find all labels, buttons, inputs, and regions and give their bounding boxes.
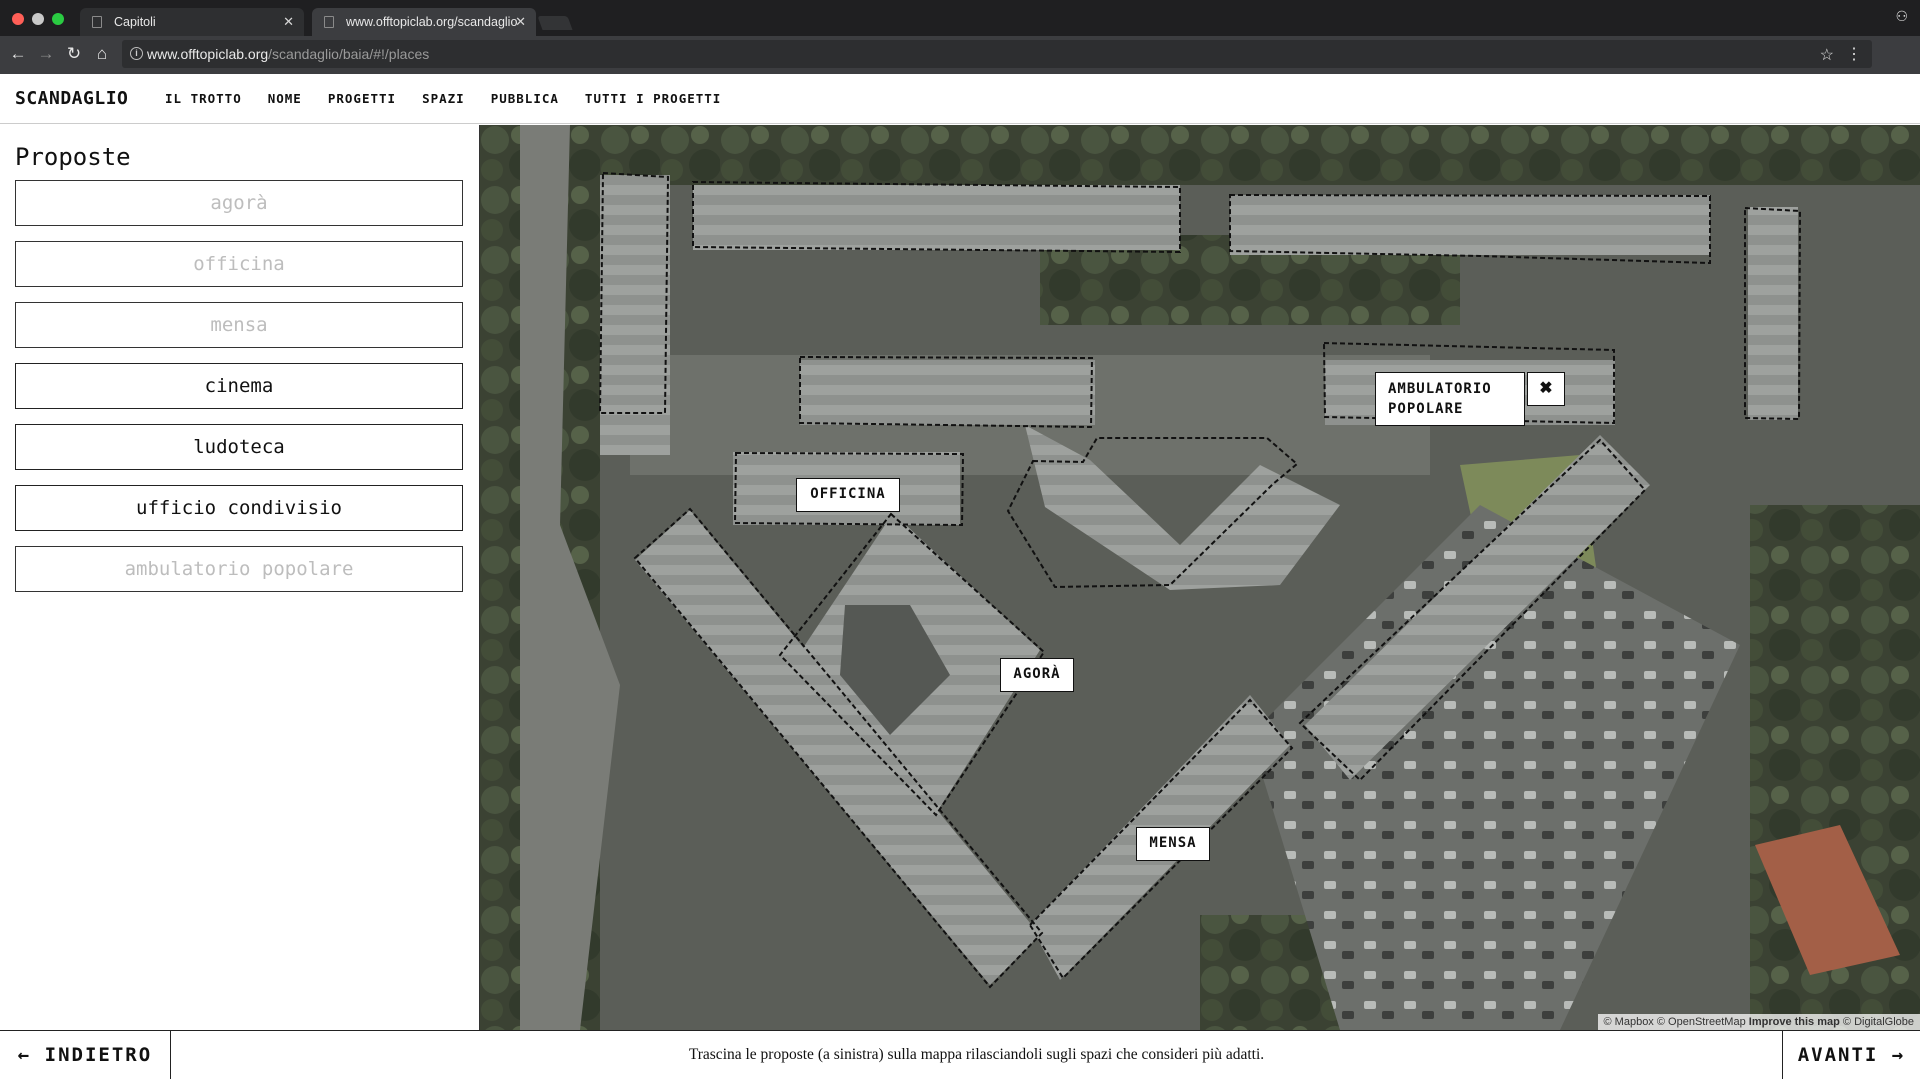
url-text: www.offtopiclab.org/scandaglio/baia/#!/p… [147, 46, 430, 62]
proposal-officina[interactable]: officina [15, 241, 463, 287]
panel-title: Proposte [15, 143, 131, 171]
close-tab-icon[interactable]: ✕ [283, 8, 294, 36]
map-label-mensa[interactable]: MENSA [1136, 827, 1210, 861]
bookmark-star-icon[interactable]: ☆ [1820, 45, 1834, 65]
map-imagery [480, 125, 1920, 1030]
proposals-panel: Proposte agorà officina mensa cinema lud… [0, 125, 480, 1030]
instruction-text: Trascina le proposte (a sinistra) sulla … [688, 1046, 1265, 1063]
page-icon [324, 16, 334, 28]
forward-arrow-icon[interactable]: → [34, 42, 58, 66]
browser-tab-capitoli[interactable]: Capitoli ✕ [80, 8, 304, 36]
proposal-ufficio-condivisio[interactable]: ufficio condivisio [15, 485, 463, 531]
kebab-menu-icon[interactable]: ⋮ [1846, 44, 1862, 64]
new-tab-button[interactable] [537, 16, 573, 30]
menu-item-il-trotto[interactable]: IL TROTTO [165, 91, 242, 106]
map-label-agora[interactable]: AGORÀ [1000, 658, 1074, 692]
proposal-mensa[interactable]: mensa [15, 302, 463, 348]
label-line: POPOLARE [1388, 401, 1464, 417]
menu-item-nome[interactable]: NOME [268, 91, 302, 106]
label-line: AMBULATORIO [1388, 381, 1492, 397]
proposals-list: agorà officina mensa cinema ludoteca uff… [15, 180, 463, 607]
browser-tab-scandaglio[interactable]: www.offtopiclab.org/scandaglio ✕ [312, 8, 536, 36]
back-button[interactable]: ← INDIETRO [0, 1031, 171, 1079]
improve-map-link[interactable]: Improve this map [1749, 1016, 1840, 1028]
site-logo[interactable]: SCANDAGLIO [15, 88, 128, 109]
proposal-agora[interactable]: agorà [15, 180, 463, 226]
proposal-ludoteca[interactable]: ludoteca [15, 424, 463, 470]
footer-bar: ← INDIETRO Trascina le proposte (a sinis… [0, 1030, 1920, 1080]
proposal-ambulatorio-popolare[interactable]: ambulatorio popolare [15, 546, 463, 592]
address-bar[interactable]: i www.offtopiclab.org/scandaglio/baia/#!… [122, 40, 1872, 68]
site-header: SCANDAGLIO IL TROTTO NOME PROGETTI SPAZI… [0, 74, 1920, 124]
proposal-cinema[interactable]: cinema [15, 363, 463, 409]
close-tab-icon[interactable]: ✕ [515, 8, 526, 36]
home-icon[interactable]: ⌂ [90, 42, 114, 66]
menu-item-progetti[interactable]: PROGETTI [328, 91, 396, 106]
minimize-window-button[interactable] [32, 13, 44, 25]
browser-tab-bar: Capitoli ✕ www.offtopiclab.org/scandagli… [0, 0, 1920, 36]
remove-label-icon[interactable]: ✖ [1527, 372, 1565, 406]
browser-toolbar: ← → ↻ ⌂ i www.offtopiclab.org/scandaglio… [0, 36, 1920, 74]
satellite-map[interactable]: OFFICINA AGORÀ MENSA AMBULATORIO POPOLAR… [480, 125, 1920, 1030]
back-arrow-icon[interactable]: ← [6, 42, 30, 66]
map-label-ambulatorio-popolare[interactable]: AMBULATORIO POPOLARE [1375, 372, 1525, 426]
map-attribution: © Mapbox © OpenStreetMap Improve this ma… [1597, 1014, 1920, 1030]
tab-title: www.offtopiclab.org/scandaglio [346, 15, 518, 29]
menu-item-pubblica[interactable]: PUBBLICA [491, 91, 559, 106]
page-icon [92, 16, 102, 28]
attribution-digitalglobe[interactable]: © DigitalGlobe [1843, 1016, 1914, 1028]
maximize-window-button[interactable] [52, 13, 64, 25]
close-window-button[interactable] [12, 13, 24, 25]
tab-title: Capitoli [114, 15, 156, 29]
menu-item-tutti-i-progetti[interactable]: TUTTI I PROGETTI [585, 91, 721, 106]
next-button[interactable]: AVANTI → [1782, 1031, 1920, 1079]
attribution-osm[interactable]: © OpenStreetMap [1657, 1016, 1746, 1028]
profile-icon[interactable]: ⚇ [1895, 8, 1908, 25]
map-label-officina[interactable]: OFFICINA [796, 478, 900, 512]
main-menu: IL TROTTO NOME PROGETTI SPAZI PUBBLICA T… [165, 91, 721, 106]
attribution-mapbox[interactable]: © Mapbox [1604, 1016, 1654, 1028]
reload-icon[interactable]: ↻ [62, 42, 86, 66]
info-icon[interactable]: i [130, 47, 143, 60]
menu-item-spazi[interactable]: SPAZI [422, 91, 465, 106]
